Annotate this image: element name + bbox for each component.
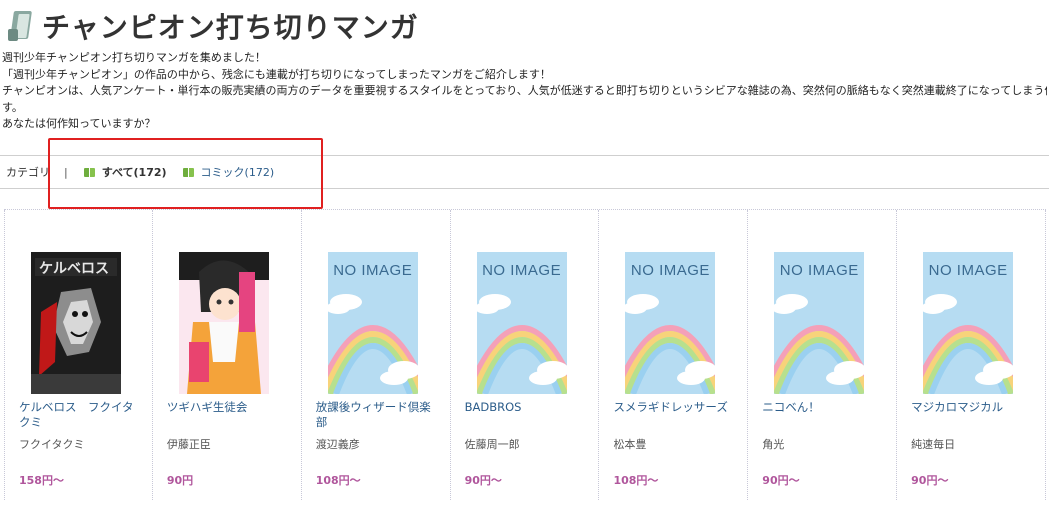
intro-line: あなたは何作知っていますか？ <box>2 117 156 130</box>
product-card[interactable]: NO IMAGE ニコベん！ 角光 90円〜 <box>748 210 898 500</box>
product-card[interactable]: NO IMAGE スメラギドレッサーズ 松本豊 108円〜 <box>599 210 749 500</box>
category-comic-label: コミック(172) <box>200 166 275 179</box>
category-comic-link[interactable]: コミック(172) <box>182 164 275 180</box>
intro-line: 週刊少年チャンピオン打ち切りマンガを集めました！ <box>2 51 266 64</box>
product-price: 108円〜 <box>315 474 361 487</box>
product-title-link[interactable]: ケルベロス フクイタクミ <box>19 400 143 430</box>
no-image-label: NO IMAGE <box>630 262 710 279</box>
product-title-link[interactable]: スメラギドレッサーズ <box>613 400 737 415</box>
cover-image[interactable]: ケルベロス <box>31 252 121 394</box>
book-icon <box>182 167 195 177</box>
product-author: 純速毎日 <box>911 438 956 451</box>
product-price: 90円〜 <box>911 474 949 487</box>
product-price: 90円〜 <box>464 474 502 487</box>
no-image-label: NO IMAGE <box>333 262 413 279</box>
no-image-placeholder[interactable]: NO IMAGE <box>625 252 716 394</box>
product-card[interactable]: ケルベロス ケルベロス フクイタクミ フクイタクミ 158円〜 <box>4 210 153 500</box>
intro-line: す。 <box>2 100 23 114</box>
product-title-link[interactable]: マジカロマジカル <box>911 400 1035 415</box>
product-author: 松本豊 <box>613 438 647 451</box>
product-card[interactable]: NO IMAGE マジカロマジカル 純速毎日 90円〜 <box>897 210 1047 500</box>
category-all-label: すべて(172) <box>101 166 167 179</box>
intro-text: 週刊少年チャンピオン打ち切りマンガを集めました！ 「週刊少年チャンピオン」の作品… <box>2 50 1047 133</box>
no-image-label: NO IMAGE <box>928 262 1008 279</box>
product-author: フクイタクミ <box>19 438 85 451</box>
no-image-placeholder[interactable]: NO IMAGE <box>327 252 418 394</box>
product-card[interactable]: NO IMAGE BADBROS 佐藤周一郎 90円〜 <box>451 210 600 500</box>
book-icon <box>8 9 34 43</box>
no-image-placeholder[interactable]: NO IMAGE <box>774 252 865 394</box>
category-all-link[interactable]: すべて(172) <box>83 164 167 180</box>
intro-line: チャンピオンは、人気アンケート・単行本の販売実績の両方のデータを重要視するスタイ… <box>2 84 1047 97</box>
category-label: カテゴリ <box>6 166 50 179</box>
product-price: 90円〜 <box>762 474 800 487</box>
product-author: 佐藤周一郎 <box>464 438 520 451</box>
no-image-label: NO IMAGE <box>482 262 562 279</box>
product-card[interactable]: ツギハギ生徒会 伊藤正臣 90円 <box>153 210 302 500</box>
product-title-link[interactable]: 放課後ウィザード倶楽部 <box>316 400 440 430</box>
category-separator: | <box>64 165 68 179</box>
product-author: 角光 <box>762 438 785 451</box>
cover-image[interactable] <box>178 252 269 394</box>
product-author: 伊藤正臣 <box>166 438 211 451</box>
svg-text:ケルベロス: ケルベロス <box>39 261 109 277</box>
product-price: 158円〜 <box>19 474 64 487</box>
product-grid: ケルベロス ケルベロス フクイタクミ フクイタクミ 158円〜 ツギハギ生徒会 … <box>4 209 1047 509</box>
product-title-link[interactable]: ニコベん！ <box>762 400 886 415</box>
book-icon <box>83 167 96 177</box>
no-image-placeholder[interactable]: NO IMAGE <box>476 252 567 394</box>
no-image-placeholder[interactable]: NO IMAGE <box>923 252 1014 394</box>
product-card[interactable]: NO IMAGE 放課後ウィザード倶楽部 渡辺義彦 108円〜 <box>302 210 451 500</box>
product-title-link[interactable]: BADBROS <box>465 400 589 415</box>
no-image-label: NO IMAGE <box>779 262 859 279</box>
intro-line: 「週刊少年チャンピオン」の作品の中から、残念にも連載が打ち切りになってしまったマ… <box>2 67 551 81</box>
category-bar: カテゴリ | すべて(172) コミック(172) <box>0 155 1049 189</box>
product-price: 90円 <box>166 474 194 487</box>
page-header: チャンピオン打ち切りマンガ <box>8 6 419 46</box>
page-title: チャンピオン打ち切りマンガ <box>42 11 419 44</box>
product-author: 渡辺義彦 <box>315 438 360 451</box>
product-price: 108円〜 <box>613 474 659 487</box>
product-title-link[interactable]: ツギハギ生徒会 <box>167 400 291 415</box>
